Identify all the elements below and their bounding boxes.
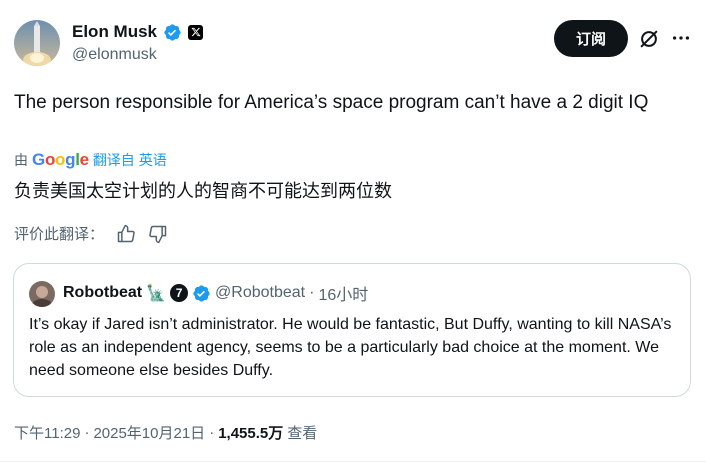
quoted-tweet-text: It’s okay if Jared isn’t administrator. … — [29, 316, 672, 379]
separator-dot: · — [84, 424, 90, 441]
views-label: 查看 — [287, 425, 318, 442]
number-badge-icon: 7 — [170, 284, 189, 302]
translation-by-label: 由 — [14, 152, 28, 168]
separator-dot: · — [209, 424, 215, 441]
quoted-tweet-header: Robotbeat 🗽 7 @Robotbeat · 16小时 — [63, 281, 368, 305]
rate-translation-row: 评价此翻译： — [14, 223, 168, 244]
tweet-text: The person responsible for America’s spa… — [14, 92, 649, 113]
quoted-tweet-card[interactable]: Robotbeat 🗽 7 @Robotbeat · 16小时 It’s oka… — [13, 263, 691, 397]
statue-of-liberty-icon: 🗽 — [146, 285, 167, 302]
quoted-author-handle[interactable]: @Robotbeat — [215, 284, 305, 302]
grok-icon[interactable] — [638, 28, 660, 50]
separator-dot: · — [309, 284, 315, 301]
divider — [0, 461, 706, 462]
author-handle[interactable]: @elonmusk — [72, 46, 157, 64]
tweet-time[interactable]: 下午11:29 — [14, 422, 80, 443]
views-count: 1,455.5万 — [218, 425, 284, 442]
thumbs-down-icon[interactable] — [148, 224, 168, 244]
tweet-date[interactable]: 2025年10月21日 — [93, 422, 205, 443]
tweet-meta: 下午11:29 · 2025年10月21日 · 1,455.5万 查看 — [14, 422, 317, 443]
quoted-author-avatar[interactable] — [29, 281, 55, 307]
quoted-author-name[interactable]: Robotbeat — [63, 284, 142, 302]
x-logo-icon[interactable] — [188, 24, 204, 40]
verified-badge-icon[interactable] — [163, 23, 182, 42]
author-avatar[interactable] — [14, 20, 60, 66]
thumbs-up-icon[interactable] — [116, 224, 136, 244]
author-name-row: Elon Musk — [72, 22, 204, 42]
author-display-name[interactable]: Elon Musk — [72, 22, 157, 42]
more-icon[interactable] — [670, 27, 692, 49]
rate-translation-label: 评价此翻译： — [14, 226, 105, 243]
translated-text: 负责美国太空计划的人的智商不可能达到两位数 — [14, 181, 392, 201]
translation-attribution: 由 Google 翻译自 英语 — [14, 150, 167, 170]
subscribe-button[interactable]: 订阅 — [554, 20, 628, 57]
quoted-tweet-time[interactable]: 16小时 — [318, 281, 368, 305]
google-logo: Google — [32, 150, 89, 169]
translated-from-link[interactable]: 翻译自 英语 — [93, 150, 167, 170]
verified-badge-icon[interactable] — [192, 284, 211, 303]
